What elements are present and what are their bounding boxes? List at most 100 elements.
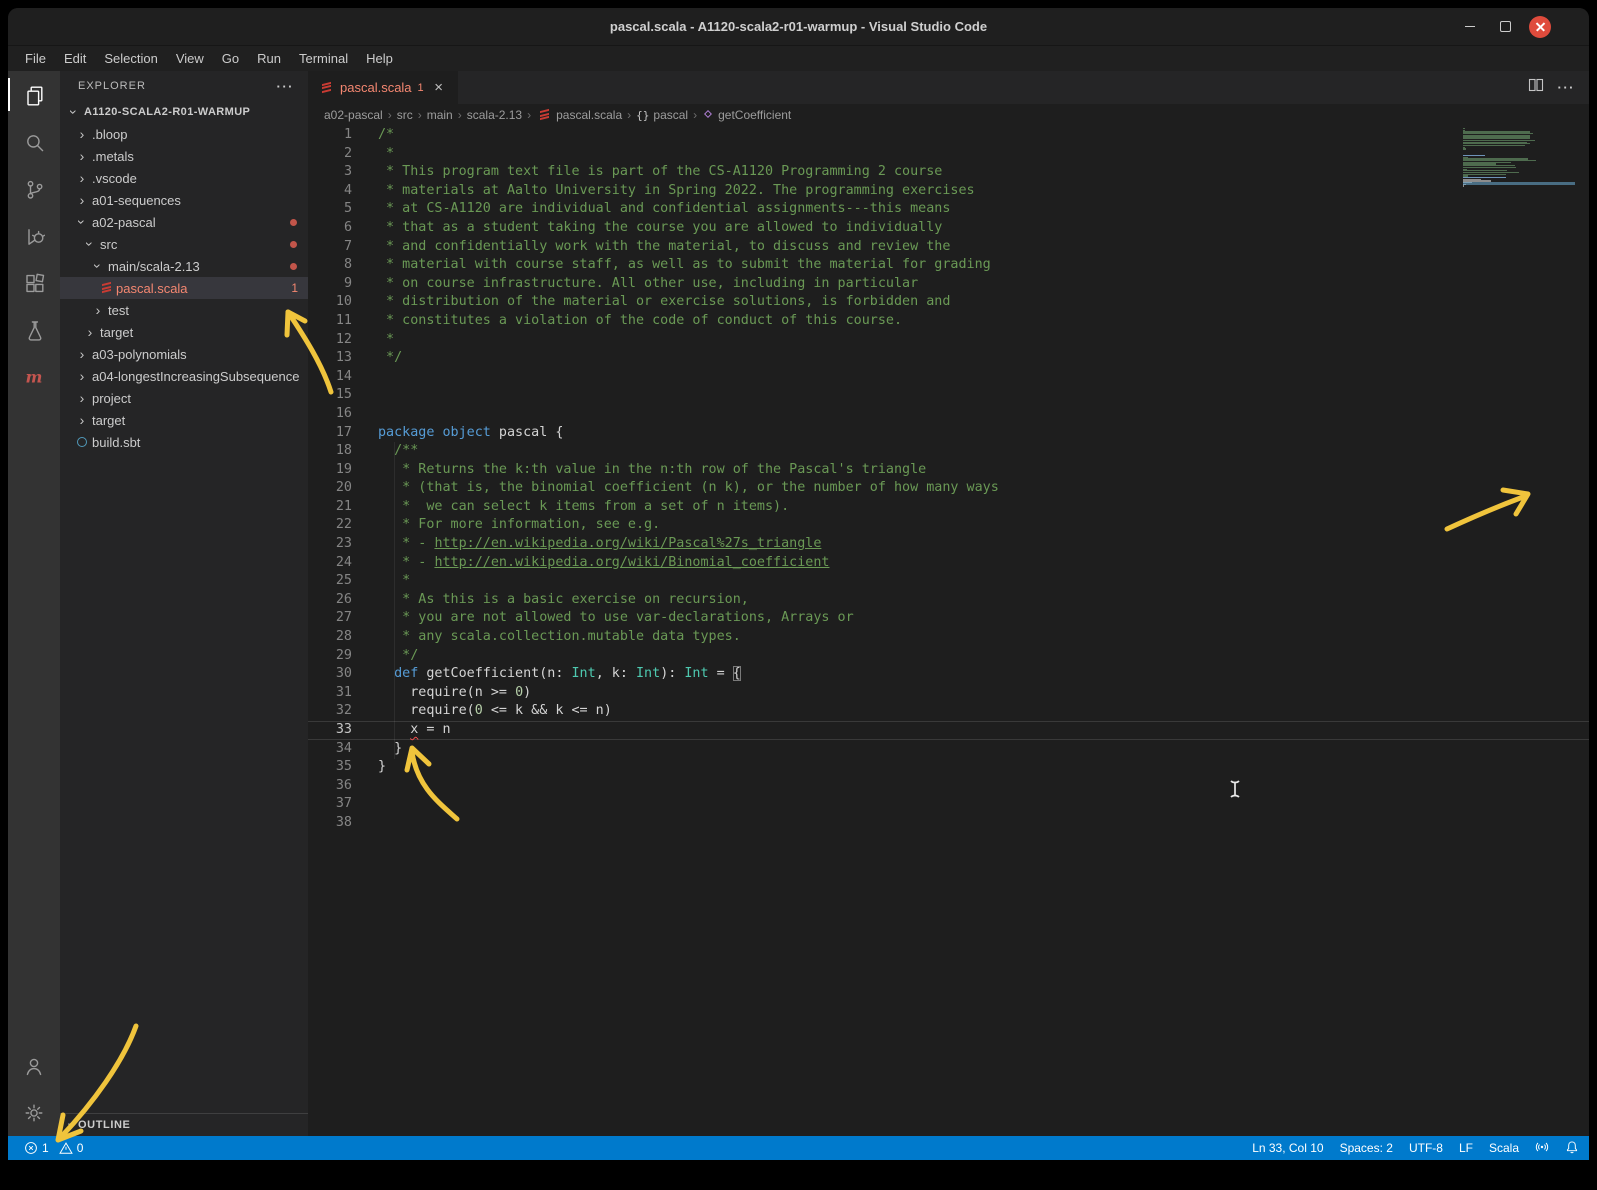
code-area[interactable]: 1/*2 *3 * This program text file is part… bbox=[308, 126, 1589, 833]
code-line-22[interactable]: 22 * For more information, see e.g. bbox=[308, 516, 1589, 535]
run-debug-icon[interactable] bbox=[8, 212, 60, 259]
code-line-21[interactable]: 21 * we can select k items from a set of… bbox=[308, 498, 1589, 517]
menu-help[interactable]: Help bbox=[357, 46, 402, 71]
encoding[interactable]: UTF-8 bbox=[1409, 1141, 1443, 1155]
problems-indicator[interactable]: 1 0 bbox=[24, 1141, 83, 1155]
code-line-13[interactable]: 13 */ bbox=[308, 349, 1589, 368]
tree-item-a03-polynomials[interactable]: ›a03-polynomials bbox=[60, 343, 308, 365]
tree-item-.metals[interactable]: ›.metals bbox=[60, 145, 308, 167]
menu-selection[interactable]: Selection bbox=[95, 46, 166, 71]
tree-item-src[interactable]: ›src bbox=[60, 233, 308, 255]
code-line-28[interactable]: 28 * any scala.collection.mutable data t… bbox=[308, 628, 1589, 647]
tree-item-a01-sequences[interactable]: ›a01-sequences bbox=[60, 189, 308, 211]
breadcrumb-item-pascal.scala[interactable]: pascal.scala bbox=[536, 107, 622, 123]
search-icon[interactable] bbox=[8, 118, 60, 165]
code-line-4[interactable]: 4 * materials at Aalto University in Spr… bbox=[308, 182, 1589, 201]
code-line-34[interactable]: 34 } bbox=[308, 740, 1589, 759]
tree-item-a1120-scala2-r01-warmup[interactable]: ›A1120-SCALA2-R01-WARMUP bbox=[60, 101, 308, 123]
tree-item-a02-pascal[interactable]: ›a02-pascal bbox=[60, 211, 308, 233]
code-line-31[interactable]: 31 require(n >= 0) bbox=[308, 684, 1589, 703]
code-line-11[interactable]: 11 * constitutes a violation of the code… bbox=[308, 312, 1589, 331]
language-mode[interactable]: Scala bbox=[1489, 1141, 1519, 1155]
editor-scrollbar[interactable] bbox=[1575, 126, 1589, 1136]
breadcrumb-item-src[interactable]: src bbox=[397, 108, 413, 122]
code-line-23[interactable]: 23 * - http://en.wikipedia.org/wiki/Pasc… bbox=[308, 535, 1589, 554]
tree-item-.bloop[interactable]: ›.bloop bbox=[60, 123, 308, 145]
menu-terminal[interactable]: Terminal bbox=[290, 46, 357, 71]
explorer-actions-icon[interactable] bbox=[277, 79, 295, 94]
code-line-33[interactable]: 33 x = n bbox=[308, 721, 1589, 740]
breadcrumb-item-pascal[interactable]: pascal bbox=[636, 108, 688, 122]
code-line-8[interactable]: 8 * material with course staff, as well … bbox=[308, 256, 1589, 275]
breadcrumb-item-getcoefficient[interactable]: getCoefficient bbox=[702, 108, 791, 123]
code-line-35[interactable]: 35} bbox=[308, 758, 1589, 777]
code-line-36[interactable]: 36 bbox=[308, 777, 1589, 796]
tree-item-pascal.scala[interactable]: pascal.scala1 bbox=[60, 277, 308, 299]
tab-pascal-scala[interactable]: pascal.scala 1 bbox=[308, 71, 458, 104]
menu-view[interactable]: View bbox=[167, 46, 213, 71]
code-line-6[interactable]: 6 * that as a student taking the course … bbox=[308, 219, 1589, 238]
bell-icon[interactable] bbox=[1565, 1140, 1579, 1157]
code-line-10[interactable]: 10 * distribution of the material or exe… bbox=[308, 293, 1589, 312]
extensions-icon[interactable] bbox=[8, 259, 60, 306]
maximize-icon[interactable] bbox=[1494, 16, 1516, 38]
breadcrumb: a02-pascal›src›main›scala-2.13›pascal.sc… bbox=[308, 104, 1589, 126]
code-line-2[interactable]: 2 * bbox=[308, 145, 1589, 164]
test-icon[interactable] bbox=[8, 306, 60, 353]
more-actions-icon[interactable] bbox=[1558, 79, 1576, 97]
code-line-17[interactable]: 17package object pascal { bbox=[308, 424, 1589, 443]
menu-edit[interactable]: Edit bbox=[55, 46, 95, 71]
code-line-29[interactable]: 29 */ bbox=[308, 647, 1589, 666]
breadcrumb-item-a02-pascal[interactable]: a02-pascal bbox=[324, 108, 383, 122]
explorer-icon[interactable] bbox=[8, 71, 60, 118]
outline-section[interactable]: › OUTLINE bbox=[60, 1113, 308, 1136]
code-line-25[interactable]: 25 * bbox=[308, 572, 1589, 591]
tree-item-.vscode[interactable]: ›.vscode bbox=[60, 167, 308, 189]
minimap[interactable] bbox=[1463, 128, 1575, 192]
code-line-24[interactable]: 24 * - http://en.wikipedia.org/wiki/Bino… bbox=[308, 554, 1589, 573]
menu-file[interactable]: File bbox=[16, 46, 55, 71]
code-line-37[interactable]: 37 bbox=[308, 795, 1589, 814]
cursor-position[interactable]: Ln 33, Col 10 bbox=[1252, 1141, 1323, 1155]
broadcast-icon[interactable] bbox=[1535, 1140, 1549, 1157]
code-line-9[interactable]: 9 * on course infrastructure. All other … bbox=[308, 275, 1589, 294]
code-line-27[interactable]: 27 * you are not allowed to use var-decl… bbox=[308, 609, 1589, 628]
tree-item-target[interactable]: ›target bbox=[60, 321, 308, 343]
minimize-icon[interactable] bbox=[1459, 16, 1481, 38]
code-line-12[interactable]: 12 * bbox=[308, 331, 1589, 350]
code-line-16[interactable]: 16 bbox=[308, 405, 1589, 424]
code-line-32[interactable]: 32 require(0 <= k && k <= n) bbox=[308, 702, 1589, 721]
eol-sequence[interactable]: LF bbox=[1459, 1141, 1473, 1155]
tree-item-target[interactable]: ›target bbox=[60, 409, 308, 431]
tree-item-a04-longestincreasingsubsequence[interactable]: ›a04-longestIncreasingSubsequence bbox=[60, 365, 308, 387]
close-icon[interactable] bbox=[1529, 16, 1551, 38]
tree-item-test[interactable]: ›test bbox=[60, 299, 308, 321]
code-line-18[interactable]: 18 /** bbox=[308, 442, 1589, 461]
code-line-7[interactable]: 7 * and confidentially work with the mat… bbox=[308, 238, 1589, 257]
tree-item-build.sbt[interactable]: build.sbt bbox=[60, 431, 308, 453]
tree-item-project[interactable]: ›project bbox=[60, 387, 308, 409]
code-line-1[interactable]: 1/* bbox=[308, 126, 1589, 145]
settings-icon[interactable] bbox=[8, 1089, 60, 1136]
close-tab-icon[interactable] bbox=[430, 79, 448, 97]
code-line-15[interactable]: 15 bbox=[308, 386, 1589, 405]
source-control-icon[interactable] bbox=[8, 165, 60, 212]
menu-run[interactable]: Run bbox=[248, 46, 290, 71]
breadcrumb-item-main[interactable]: main bbox=[427, 108, 453, 122]
tree-item-main-scala-2.13[interactable]: ›main/scala-2.13 bbox=[60, 255, 308, 277]
code-line-3[interactable]: 3 * This program text file is part of th… bbox=[308, 163, 1589, 182]
code-line-38[interactable]: 38 bbox=[308, 814, 1589, 833]
code-line-5[interactable]: 5 * at CS-A1120 are individual and confi… bbox=[308, 200, 1589, 219]
code-line-30[interactable]: 30 def getCoefficient(n: Int, k: Int): I… bbox=[308, 665, 1589, 684]
code-line-20[interactable]: 20 * (that is, the binomial coefficient … bbox=[308, 479, 1589, 498]
breadcrumb-item-scala-2.13[interactable]: scala-2.13 bbox=[467, 108, 522, 122]
code-line-26[interactable]: 26 * As this is a basic exercise on recu… bbox=[308, 591, 1589, 610]
code-line-14[interactable]: 14 bbox=[308, 368, 1589, 387]
indentation[interactable]: Spaces: 2 bbox=[1340, 1141, 1393, 1155]
metals-icon[interactable]: m bbox=[8, 353, 60, 400]
menu-go[interactable]: Go bbox=[213, 46, 248, 71]
code-editor[interactable]: 1/*2 *3 * This program text file is part… bbox=[308, 126, 1589, 1136]
split-editor-icon[interactable] bbox=[1528, 77, 1544, 98]
code-line-19[interactable]: 19 * Returns the k:th value in the n:th … bbox=[308, 461, 1589, 480]
account-icon[interactable] bbox=[8, 1042, 60, 1089]
